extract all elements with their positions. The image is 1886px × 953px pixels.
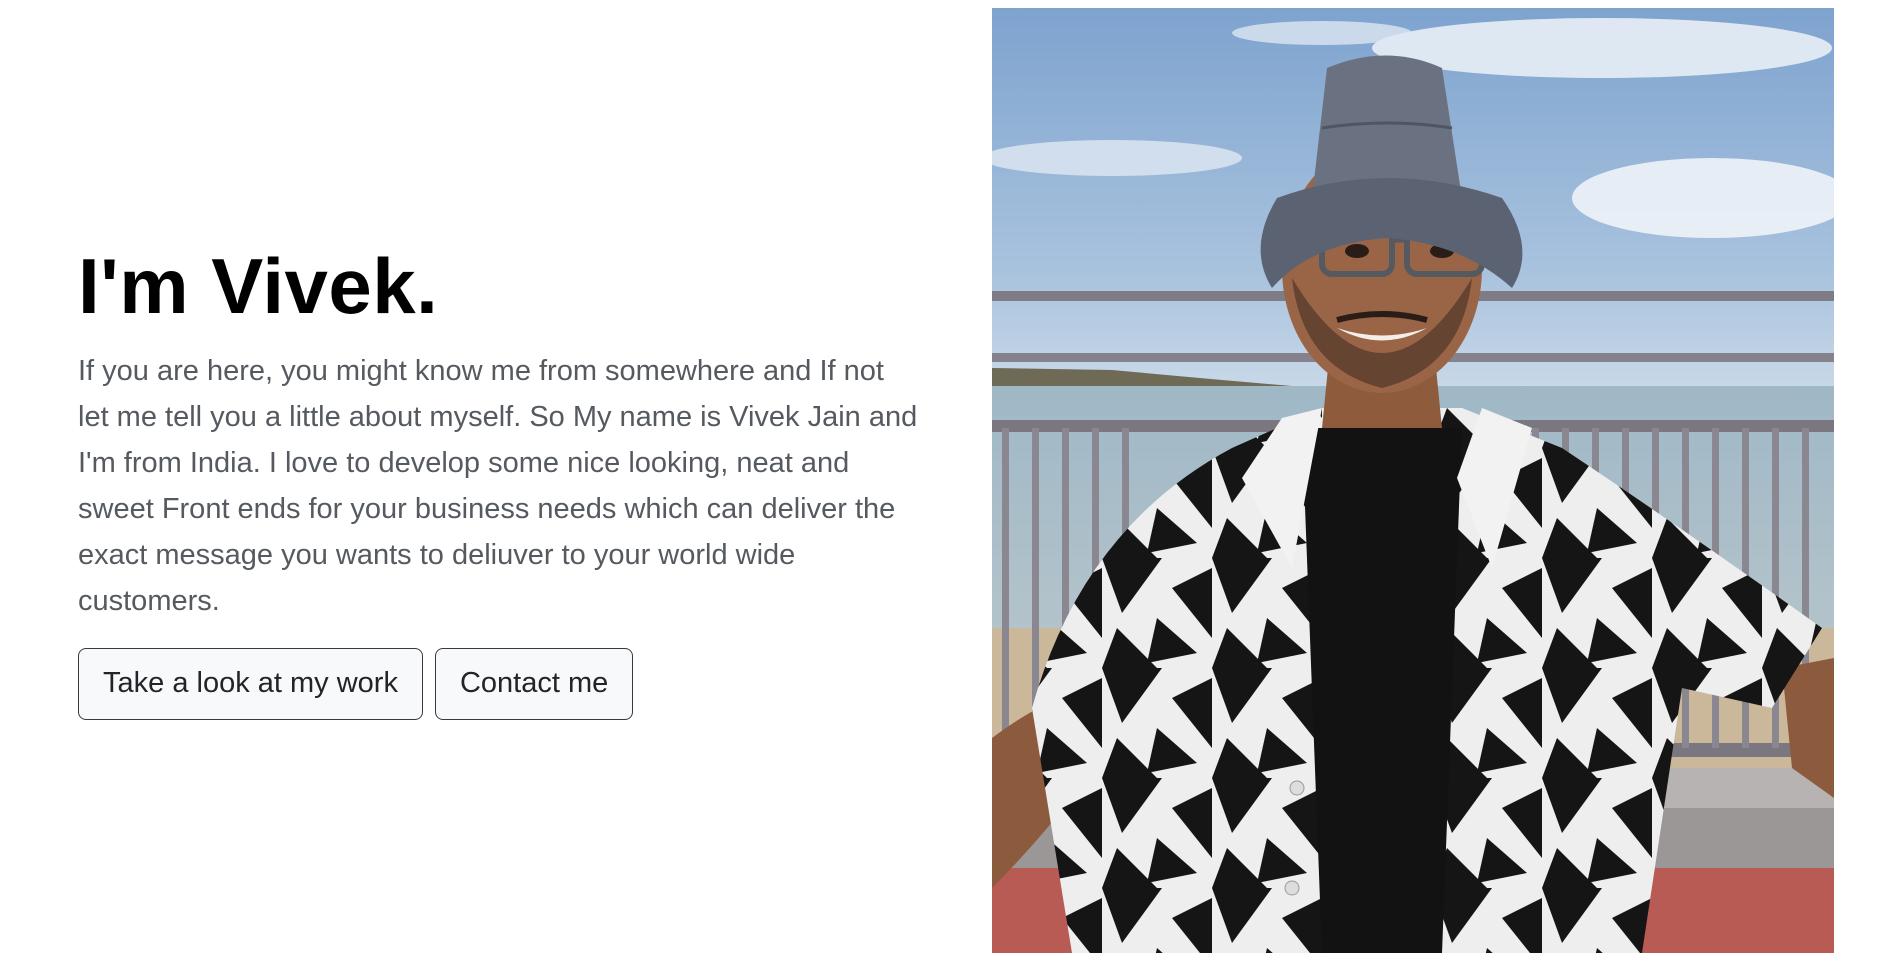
profile-photo — [992, 8, 1834, 953]
view-work-button[interactable]: Take a look at my work — [78, 647, 423, 720]
hero-paragraph: If you are here, you might know me from … — [78, 354, 918, 617]
contact-me-button[interactable]: Contact me — [434, 647, 634, 720]
hero-buttons: Take a look at my work Contact me — [78, 647, 918, 720]
hero-section: I'm Vivek. If you are here, you might kn… — [0, 0, 1886, 953]
intro-block: I'm Vivek. If you are here, you might kn… — [78, 240, 918, 720]
hero-heading: I'm Vivek. — [78, 242, 439, 330]
